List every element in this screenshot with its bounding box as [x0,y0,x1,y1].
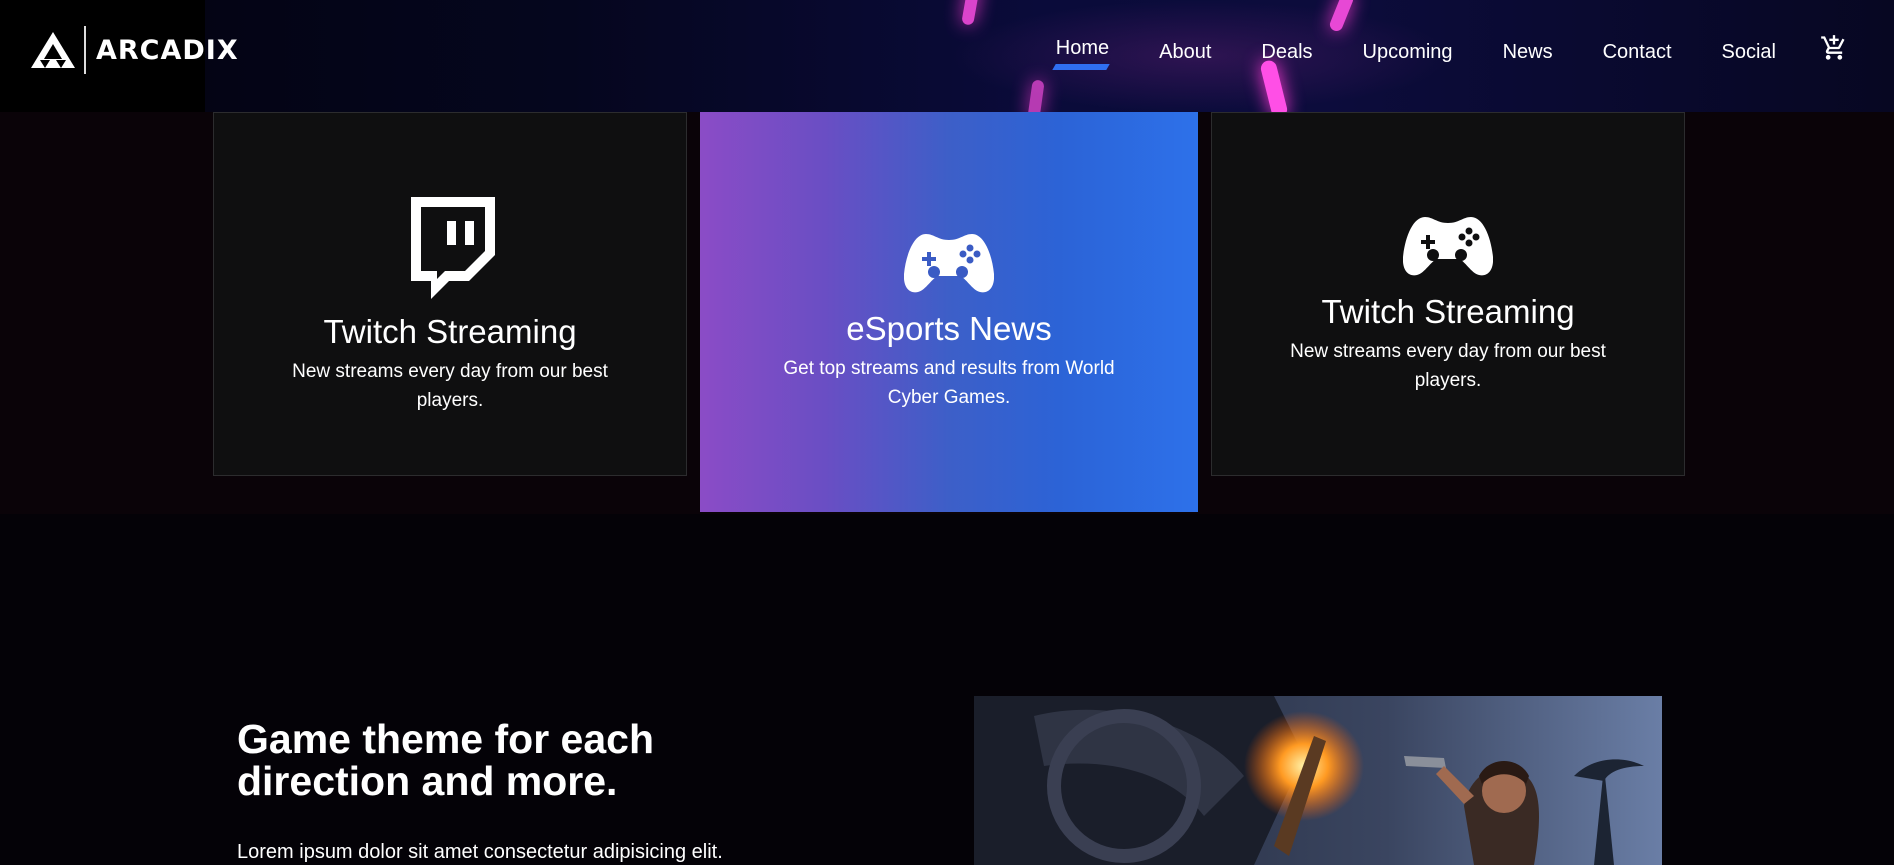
nav-item-about[interactable]: About [1159,41,1211,64]
logo-link[interactable]: ARCADIX [30,26,239,74]
feature-title: eSports News [846,310,1052,347]
logo-divider [84,26,86,74]
nav-item-deals[interactable]: Deals [1261,41,1312,64]
nav-item-social[interactable]: Social [1722,41,1776,64]
feature-card-esports[interactable]: eSports News Get top streams and results… [700,112,1198,512]
site-header: ARCADIX Home About Deals Upcoming News C… [0,0,1894,112]
brand-name: ARCADIX [96,34,239,66]
cart-button[interactable] [1820,34,1848,62]
feature-title: Twitch Streaming [1321,293,1575,330]
feature-title: Twitch Streaming [323,313,577,350]
gamepad-icon [904,234,994,293]
nav-item-label: Home [1055,36,1110,59]
nav-item-news[interactable]: News [1503,41,1553,64]
nav-item-home[interactable]: Home [1052,36,1110,70]
section-body-text: Lorem ipsum dolor sit amet consectetur a… [237,841,723,863]
nav-item-upcoming[interactable]: Upcoming [1363,41,1453,64]
game-artwork-illustration [974,696,1662,865]
feature-card-twitch[interactable]: Twitch Streaming New streams every day f… [213,112,687,476]
page: ARCADIX Home About Deals Upcoming News C… [0,0,1894,865]
feature-description: New streams every day from our best play… [292,361,608,411]
twitch-icon [411,197,495,299]
active-nav-indicator [1052,63,1110,70]
feature-description: Get top streams and results from World C… [783,358,1115,408]
cart-icon [1821,35,1845,60]
section-heading: Game theme for each direction and more. [237,716,654,804]
main-nav: Home About Deals Upcoming News Contact S… [1006,35,1848,70]
nav-item-contact[interactable]: Contact [1603,41,1672,64]
game-artwork-image [974,696,1662,865]
triangle-logo-icon [31,32,75,68]
feature-description: New streams every day from our best play… [1290,341,1606,391]
gamepad-icon [1403,217,1493,276]
feature-card-twitch-secondary[interactable]: Twitch Streaming New streams every day f… [1211,112,1685,476]
